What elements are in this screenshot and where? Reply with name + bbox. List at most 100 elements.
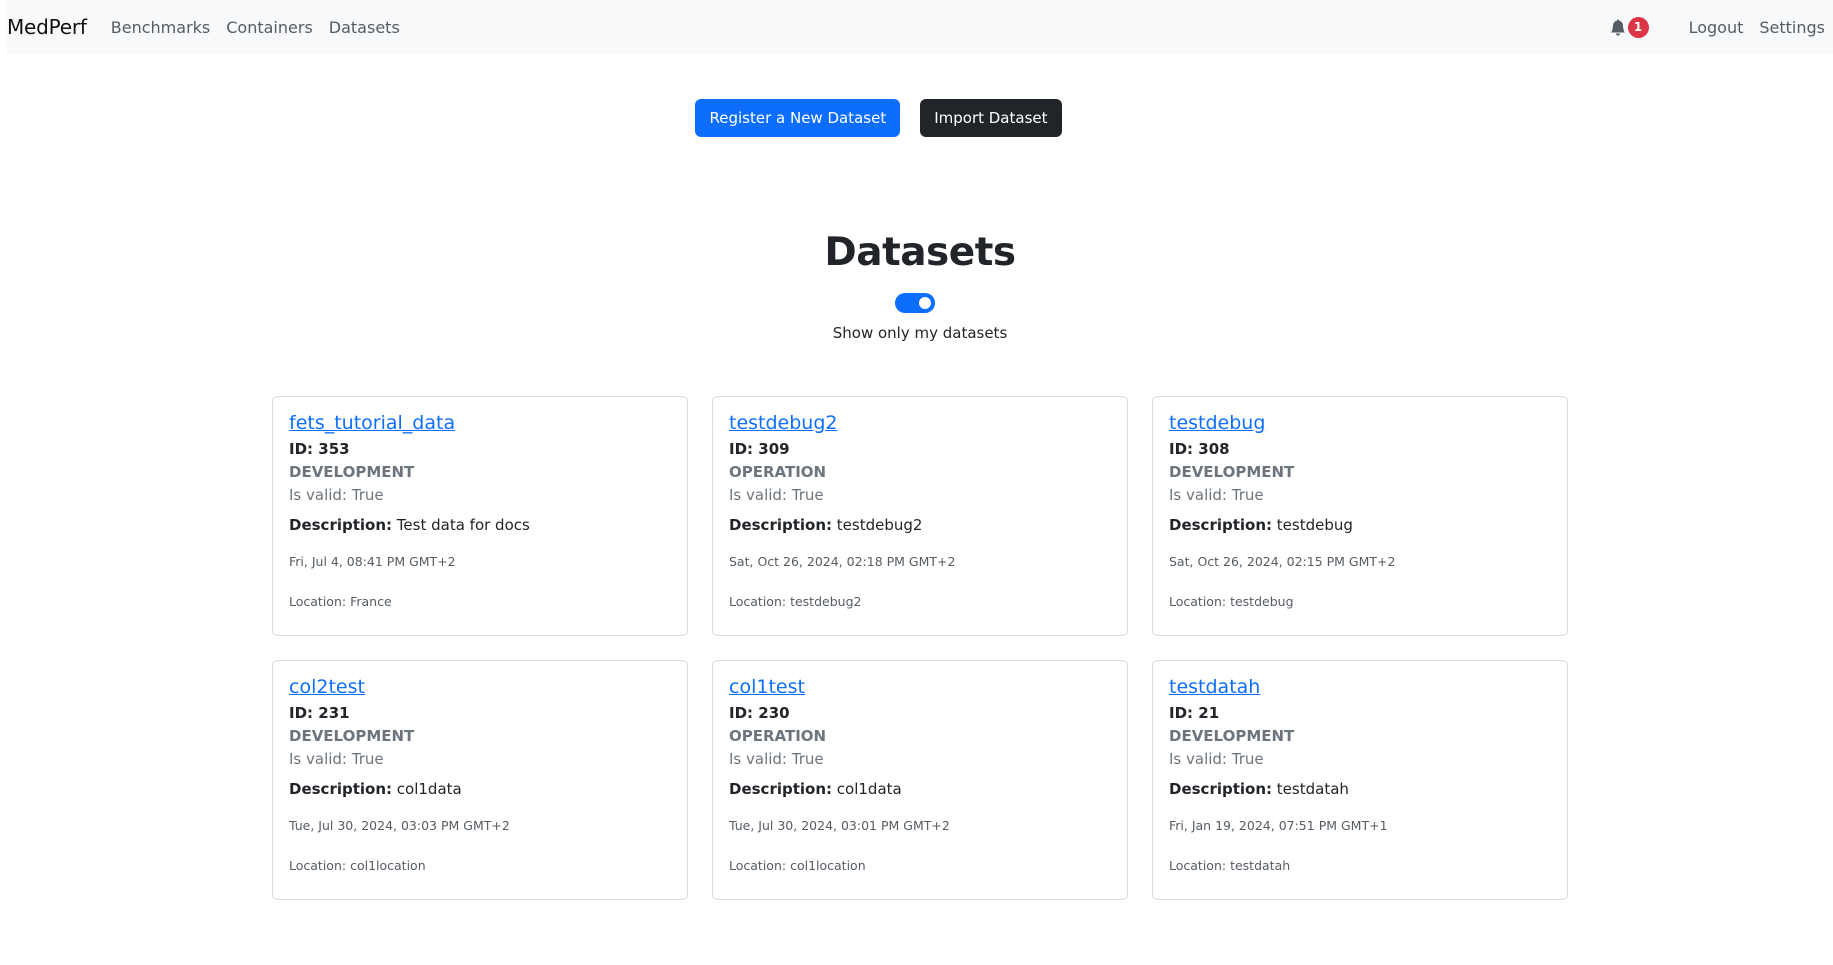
- dataset-id: ID: 309: [729, 438, 1111, 461]
- lbl-desc: Description:: [289, 780, 393, 798]
- lbl-loc: Location:: [729, 858, 787, 873]
- v-desc: testdebug2: [836, 516, 923, 534]
- lbl-id: ID:: [729, 440, 754, 458]
- toggle-label: Show only my datasets: [832, 324, 1008, 342]
- lbl-valid: Is valid:: [1169, 486, 1227, 504]
- lbl-loc: Location:: [289, 858, 347, 873]
- brand-logo[interactable]: MedPerf: [7, 15, 87, 39]
- v-desc: Test data for docs: [396, 516, 530, 534]
- page-title: Datasets: [824, 230, 1016, 275]
- v-valid: True: [351, 486, 384, 504]
- v-id: 308: [1198, 440, 1230, 458]
- dataset-description: Description: Test data for docs: [289, 514, 671, 537]
- v-id: 353: [318, 440, 350, 458]
- dataset-id: ID: 308: [1169, 438, 1551, 461]
- dataset-date: Sat, Oct 26, 2024, 02:15 PM GMT+2: [1169, 554, 1396, 569]
- dataset-description: Description: col1data: [729, 778, 1111, 801]
- v-loc: France: [350, 594, 392, 609]
- dataset-state: DEVELOPMENT: [289, 727, 415, 745]
- nav-link-benchmarks[interactable]: Benchmarks: [111, 18, 210, 37]
- lbl-loc: Location:: [289, 594, 347, 609]
- dataset-name-link[interactable]: testdebug2: [729, 412, 1111, 437]
- nav-link-containers[interactable]: Containers: [226, 18, 313, 37]
- v-valid: True: [1231, 486, 1264, 504]
- dataset-card: col1test ID: 230 OPERATION Is valid: Tru…: [712, 660, 1128, 900]
- dataset-valid: Is valid: True: [1169, 484, 1551, 507]
- dataset-card: testdatah ID: 21 DEVELOPMENT Is valid: T…: [1152, 660, 1568, 900]
- dataset-location: Location: col1location: [289, 857, 671, 875]
- dataset-card: testdebug ID: 308 DEVELOPMENT Is valid: …: [1152, 396, 1568, 636]
- v-id: 21: [1198, 704, 1220, 722]
- action-bar: Register a New Dataset Import Dataset: [0, 99, 1833, 137]
- import-dataset-button[interactable]: Import Dataset: [920, 99, 1062, 137]
- v-loc: testdatah: [1230, 858, 1291, 873]
- dataset-valid: Is valid: True: [289, 484, 671, 507]
- dataset-location: Location: testdatah: [1169, 857, 1551, 875]
- lbl-desc: Description:: [1169, 780, 1273, 798]
- dataset-description: Description: testdebug2: [729, 514, 1111, 537]
- dataset-valid: Is valid: True: [289, 748, 671, 771]
- dataset-description: Description: testdebug: [1169, 514, 1551, 537]
- lbl-id: ID:: [729, 704, 754, 722]
- dataset-id: ID: 231: [289, 702, 671, 725]
- dataset-name-link[interactable]: testdatah: [1169, 676, 1551, 701]
- dataset-location: Location: France: [289, 593, 671, 611]
- dataset-location: Location: testdebug2: [729, 593, 1111, 611]
- navbar: MedPerf Benchmarks Containers Datasets 1…: [7, 0, 1833, 54]
- lbl-valid: Is valid:: [1169, 750, 1227, 768]
- dataset-card: fets_tutorial_data ID: 353 DEVELOPMENT I…: [272, 396, 688, 636]
- v-valid: True: [351, 750, 384, 768]
- dataset-description: Description: col1data: [289, 778, 671, 801]
- dataset-state: DEVELOPMENT: [289, 463, 415, 481]
- v-loc: col1location: [350, 858, 426, 873]
- datasets-grid: fets_tutorial_data ID: 353 DEVELOPMENT I…: [272, 396, 1568, 900]
- logout-link[interactable]: Logout: [1689, 18, 1744, 37]
- toggle-wrap: [0, 293, 1830, 313]
- dataset-id: ID: 353: [289, 438, 671, 461]
- v-valid: True: [791, 750, 824, 768]
- notifications-button[interactable]: 1: [1610, 16, 1649, 38]
- lbl-loc: Location:: [1169, 594, 1227, 609]
- dataset-state: DEVELOPMENT: [1169, 727, 1295, 745]
- lbl-valid: Is valid:: [729, 750, 787, 768]
- dataset-date: Tue, Jul 30, 2024, 03:03 PM GMT+2: [289, 818, 510, 833]
- lbl-loc: Location:: [1169, 858, 1227, 873]
- lbl-valid: Is valid:: [729, 486, 787, 504]
- v-valid: True: [1231, 750, 1264, 768]
- lbl-id: ID:: [1169, 440, 1194, 458]
- nav-links: Benchmarks Containers Datasets: [111, 18, 416, 37]
- lbl-desc: Description:: [729, 516, 833, 534]
- bell-icon: [1610, 18, 1625, 35]
- my-datasets-toggle[interactable]: [895, 293, 935, 313]
- v-id: 231: [318, 704, 350, 722]
- lbl-desc: Description:: [729, 780, 833, 798]
- v-valid: True: [791, 486, 824, 504]
- v-loc: testdebug: [1230, 594, 1294, 609]
- notification-badge: 1: [1627, 16, 1649, 38]
- lbl-id: ID:: [289, 440, 314, 458]
- dataset-valid: Is valid: True: [729, 484, 1111, 507]
- dataset-date: Sat, Oct 26, 2024, 02:18 PM GMT+2: [729, 554, 956, 569]
- dataset-card: testdebug2 ID: 309 OPERATION Is valid: T…: [712, 396, 1128, 636]
- lbl-id: ID:: [289, 704, 314, 722]
- dataset-valid: Is valid: True: [1169, 748, 1551, 771]
- nav-link-datasets[interactable]: Datasets: [329, 18, 400, 37]
- dataset-name-link[interactable]: fets_tutorial_data: [289, 412, 671, 437]
- v-desc: col1data: [836, 780, 902, 798]
- v-desc: testdebug: [1276, 516, 1353, 534]
- dataset-card: col2test ID: 231 DEVELOPMENT Is valid: T…: [272, 660, 688, 900]
- dataset-id: ID: 21: [1169, 702, 1551, 725]
- lbl-loc: Location:: [729, 594, 787, 609]
- dataset-date: Tue, Jul 30, 2024, 03:01 PM GMT+2: [729, 818, 950, 833]
- dataset-name-link[interactable]: col2test: [289, 676, 671, 701]
- dataset-name-link[interactable]: col1test: [729, 676, 1111, 701]
- lbl-desc: Description:: [1169, 516, 1273, 534]
- register-dataset-button[interactable]: Register a New Dataset: [695, 99, 901, 137]
- lbl-desc: Description:: [289, 516, 393, 534]
- v-desc: col1data: [396, 780, 462, 798]
- v-id: 230: [758, 704, 790, 722]
- nav-right: 1 Logout Settings: [1610, 0, 1825, 54]
- settings-link[interactable]: Settings: [1759, 18, 1825, 37]
- v-desc: testdatah: [1276, 780, 1349, 798]
- dataset-name-link[interactable]: testdebug: [1169, 412, 1551, 437]
